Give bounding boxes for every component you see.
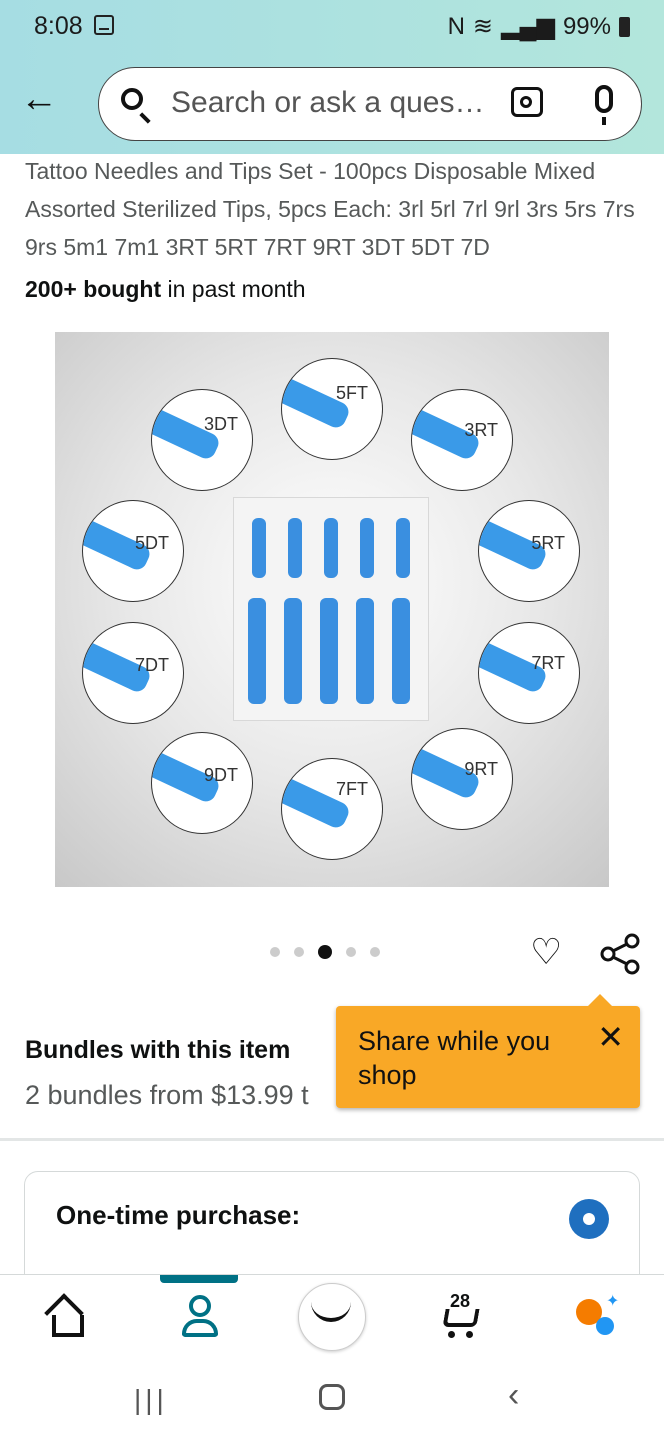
system-nav-bar: ||| ‹ [0,1358,664,1440]
amazon-smile-icon[interactable] [298,1283,366,1351]
tip-tube [396,518,410,578]
purchase-option-title: One-time purchase: [56,1200,301,1230]
bundles-title[interactable]: Bundles with this item [25,1036,290,1065]
tip-detail-circle: 7RT [478,622,580,724]
tip-detail-circle: 5RT [478,500,580,602]
tip-tube [288,518,302,578]
bought-bold: 200+ bought [25,276,162,302]
tip-tube [320,598,338,704]
tips-package [233,497,429,721]
tip-label: 5DT [134,533,169,553]
tip-detail-circle: 3DT [151,389,253,491]
back-arrow-icon[interactable]: ← [20,80,58,118]
tip-label: 3DT [203,414,238,434]
tip-detail-circle: 5DT [82,500,184,602]
bottom-nav: 28 ✦ [0,1274,664,1359]
search-input[interactable]: Search or ask a ques… [171,86,485,120]
share-tooltip[interactable]: Share while you shop ✕ [336,994,640,1108]
rufus-assistant-icon[interactable]: ✦ [574,1293,622,1341]
tip-tube [360,518,374,578]
nfc-icon: N [447,12,465,40]
system-back-icon[interactable]: ‹ [508,1376,519,1415]
battery-percent: 99% [562,12,611,40]
carousel-dot[interactable] [346,947,356,957]
tip-label: 9RT [464,759,498,779]
bought-count: 200+ bought in past month [25,276,306,303]
microphone-icon[interactable] [595,85,613,125]
tip-label: 9DT [203,765,238,785]
signal-icon: ▂▄▆ [501,13,555,40]
tip-tube [324,518,338,578]
status-icons: N ≋ ▂▄▆ 99% [448,12,630,41]
product-title: Tattoo Needles and Tips Set - 100pcs Dis… [25,158,635,260]
camera-search-icon[interactable] [511,87,543,117]
account-icon[interactable] [176,1293,224,1341]
tip-label: 7DT [134,655,169,675]
carousel-dot[interactable] [270,947,280,957]
bought-rest: in past month [161,276,306,302]
tip-label: 7RT [531,653,565,673]
tip-tube [248,598,266,704]
tip-tube [356,598,374,704]
tip-label: 5FT [335,383,368,403]
search-icon [121,88,143,110]
divider [0,1138,664,1141]
tooltip-text: Share while you shop [358,1026,551,1090]
carousel-dot[interactable] [294,947,304,957]
wifi-icon: ≋ [472,13,494,40]
cart-icon[interactable]: 28 [436,1291,484,1341]
nav-active-indicator [160,1275,238,1283]
share-icon[interactable] [598,932,642,976]
tip-detail-circle: 5FT [281,358,383,460]
gallery-notification-icon [94,15,114,35]
carousel-dots[interactable] [270,945,380,959]
close-icon[interactable]: ✕ [597,1018,624,1056]
heart-icon[interactable]: ♡ [530,932,570,972]
product-image[interactable]: 3DT 5FT 3RT 5DT 5RT 7DT 7RT 9DT 7FT 9RT [55,332,609,887]
carousel-dot[interactable] [370,947,380,957]
radio-button-selected[interactable] [569,1199,609,1239]
system-home-icon[interactable] [319,1384,345,1410]
tip-label: 7FT [335,779,368,799]
home-icon[interactable] [44,1293,92,1341]
recent-apps-icon[interactable]: ||| [134,1384,168,1416]
tip-detail-circle: 9RT [411,728,513,830]
status-time: 8:08 [34,12,83,40]
carousel-dot-active[interactable] [318,945,332,959]
tip-tube [252,518,266,578]
battery-icon [619,16,630,37]
tip-detail-circle: 7DT [82,622,184,724]
tip-detail-circle: 9DT [151,732,253,834]
status-bar: 8:08 N ≋ ▂▄▆ 99% [0,0,664,52]
tip-detail-circle: 7FT [281,758,383,860]
tip-tube [392,598,410,704]
tip-label: 3RT [464,420,498,440]
tip-label: 5RT [531,533,565,553]
bundles-subtitle[interactable]: 2 bundles from $13.99 t [25,1080,309,1111]
tip-detail-circle: 3RT [411,389,513,491]
tip-tube [284,598,302,704]
search-bar[interactable]: Search or ask a ques… [98,67,642,141]
